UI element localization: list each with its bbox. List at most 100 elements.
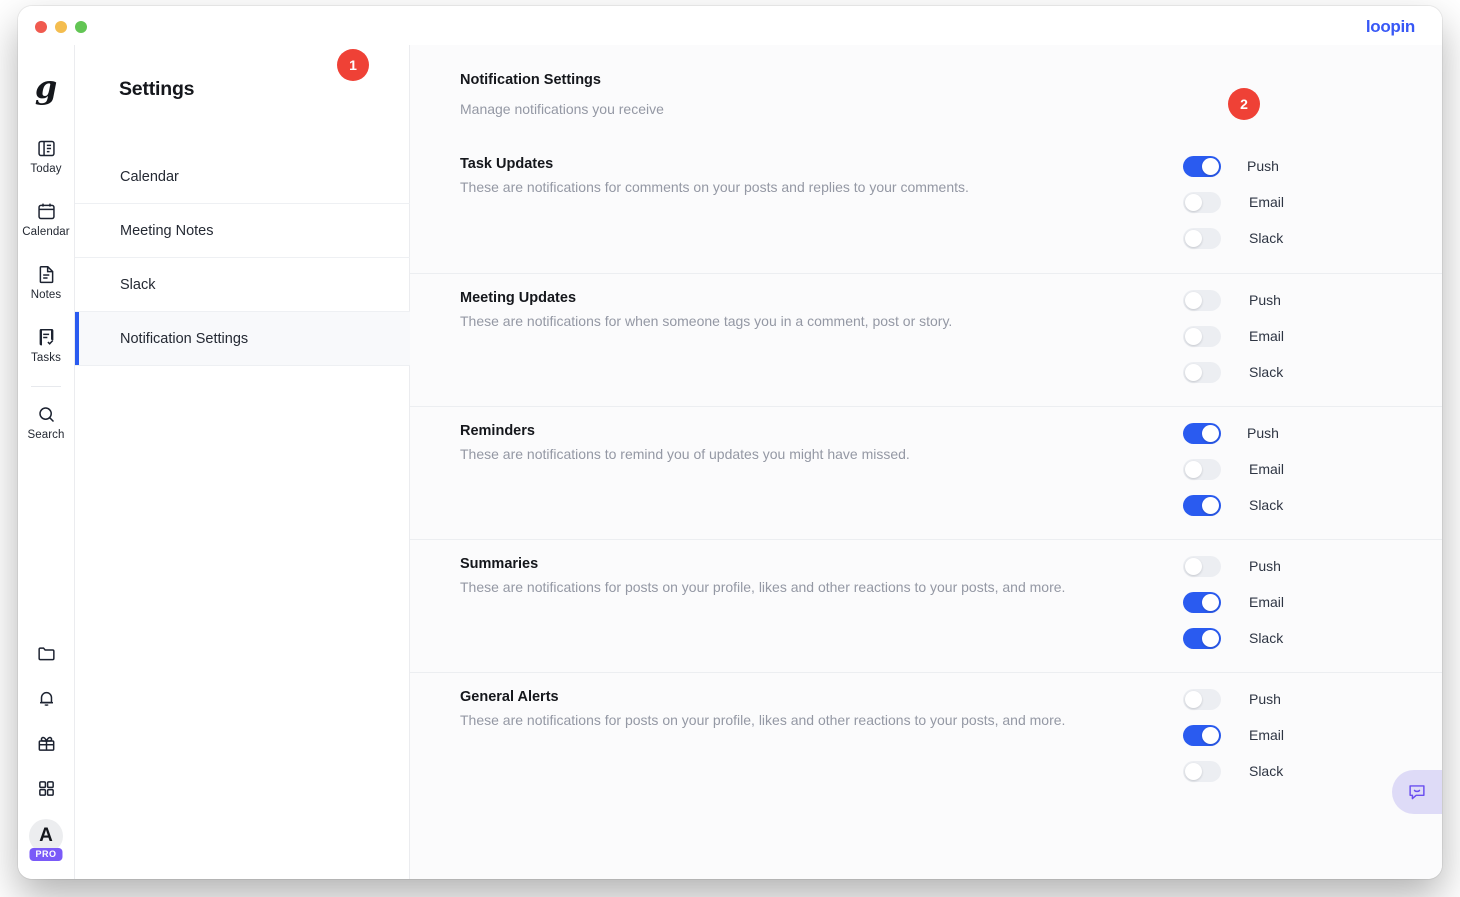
settings-nav-column: Settings Calendar Meeting Notes Slack No… [75,45,410,879]
settings-nav-list: Calendar Meeting Notes Slack Notificatio… [75,150,410,366]
chat-support-button[interactable] [1392,770,1442,814]
toggle-email[interactable] [1182,591,1221,613]
toggle-knob [1201,157,1219,175]
toggle-knob [1184,363,1202,381]
zoom-window-button[interactable] [75,21,87,33]
notification-section-reminders: Reminders These are notifications to rem… [410,406,1442,539]
channel-row-push: Push [1182,289,1284,311]
grid-apps-icon [37,779,56,798]
left-nav-rail: g Today Calendar Notes Tasks Search A PR… [18,45,75,879]
search-magnifier-icon [36,404,57,425]
toggle-knob [1184,460,1202,478]
chat-smiley-bubble-icon [1406,781,1428,803]
sidebar-item-notifications[interactable] [18,676,75,721]
page-title: Settings [119,78,195,100]
channel-toggle-group: Push Email Slack [1182,289,1284,383]
channel-label: Slack [1248,630,1284,646]
channel-label: Push [1246,425,1279,441]
toggle-slack[interactable] [1182,494,1221,516]
channel-row-email: Email [1182,591,1284,613]
toggle-knob [1184,327,1202,345]
channel-row-email: Email [1182,325,1284,347]
channel-row-push: Push [1182,155,1284,177]
channel-label: Email [1248,328,1284,344]
calendar-icon [36,201,57,222]
channel-label: Email [1248,194,1284,210]
toggle-knob [1201,593,1219,611]
settings-nav-item-slack[interactable]: Slack [75,258,410,312]
toggle-knob [1184,690,1202,708]
channel-row-push: Push [1182,555,1284,577]
settings-nav-item-label: Slack [120,276,156,293]
sidebar-item-notes[interactable]: Notes [18,257,75,307]
channel-label: Email [1248,727,1284,743]
panel-subtitle: Manage notifications you receive [460,101,664,117]
toggle-push[interactable] [1182,555,1221,577]
loopin-g-logo-icon[interactable]: g [28,69,64,105]
annotation-badge-1: 1 [337,49,369,81]
toggle-email[interactable] [1182,191,1221,213]
notification-section-summaries: Summaries These are notifications for po… [410,539,1442,672]
sidebar-item-calendar[interactable]: Calendar [18,194,75,244]
settings-nav-item-notification-settings[interactable]: Notification Settings [75,312,410,366]
notes-document-icon [36,264,57,285]
channel-label: Push [1248,691,1281,707]
window-controls [35,21,87,33]
close-window-button[interactable] [35,21,47,33]
toggle-slack[interactable] [1182,361,1221,383]
toggle-slack[interactable] [1182,227,1221,249]
sidebar-item-folder[interactable] [18,631,75,676]
sidebar-item-tasks[interactable]: Tasks [18,320,75,370]
settings-nav-item-label: Calendar [120,168,179,185]
notification-section-task-updates: Task Updates These are notifications for… [410,140,1442,273]
channel-label: Push [1248,558,1281,574]
toggle-slack[interactable] [1182,760,1221,782]
sidebar-item-search[interactable]: Search [18,397,75,447]
settings-nav-item-label: Meeting Notes [120,222,214,239]
settings-nav-item-label: Notification Settings [120,330,249,347]
toggle-knob [1201,424,1219,442]
toggle-email[interactable] [1182,458,1221,480]
toggle-knob [1184,291,1202,309]
avatar[interactable]: A PRO [29,819,63,861]
sidebar-item-label: Tasks [31,352,61,364]
channel-row-push: Push [1182,688,1284,710]
toggle-slack[interactable] [1182,627,1221,649]
channel-row-slack: Slack [1182,627,1284,649]
folder-icon [36,643,57,664]
channel-row-email: Email [1182,458,1284,480]
channel-row-email: Email [1182,724,1284,746]
channel-label: Slack [1248,497,1284,513]
toggle-push[interactable] [1182,422,1221,444]
rail-divider [31,386,61,387]
sidebar-item-gift[interactable] [18,721,75,766]
channel-label: Slack [1248,763,1284,779]
notification-section-general-alerts: General Alerts These are notifications f… [410,672,1442,805]
toggle-email[interactable] [1182,325,1221,347]
screen: loopin g Today Calendar Notes Tasks Sear… [0,0,1460,897]
settings-nav-item-calendar[interactable]: Calendar [75,150,410,204]
channel-toggle-group: Push Email Slack [1182,555,1284,649]
channel-row-email: Email [1182,191,1284,213]
sidebar-item-label: Notes [30,289,62,301]
channel-toggle-group: Push Email Slack [1182,688,1284,782]
toggle-knob [1201,726,1219,744]
toggle-email[interactable] [1182,724,1221,746]
settings-nav-item-meeting-notes[interactable]: Meeting Notes [75,204,410,258]
toggle-knob [1184,762,1202,780]
tasks-checklist-icon [36,327,57,348]
today-book-icon [36,138,57,159]
toggle-knob [1201,496,1219,514]
sidebar-item-apps[interactable] [18,766,75,811]
channel-row-slack: Slack [1182,361,1284,383]
channel-row-push: Push [1182,422,1284,444]
toggle-push[interactable] [1182,688,1221,710]
notification-settings-panel: Notification Settings Manage notificatio… [410,45,1442,879]
sidebar-item-today[interactable]: Today [18,131,75,181]
toggle-knob [1184,229,1202,247]
sidebar-item-label: Search [27,429,65,441]
notification-sections: Task Updates These are notifications for… [410,140,1442,805]
minimize-window-button[interactable] [55,21,67,33]
toggle-push[interactable] [1182,155,1221,177]
toggle-push[interactable] [1182,289,1221,311]
